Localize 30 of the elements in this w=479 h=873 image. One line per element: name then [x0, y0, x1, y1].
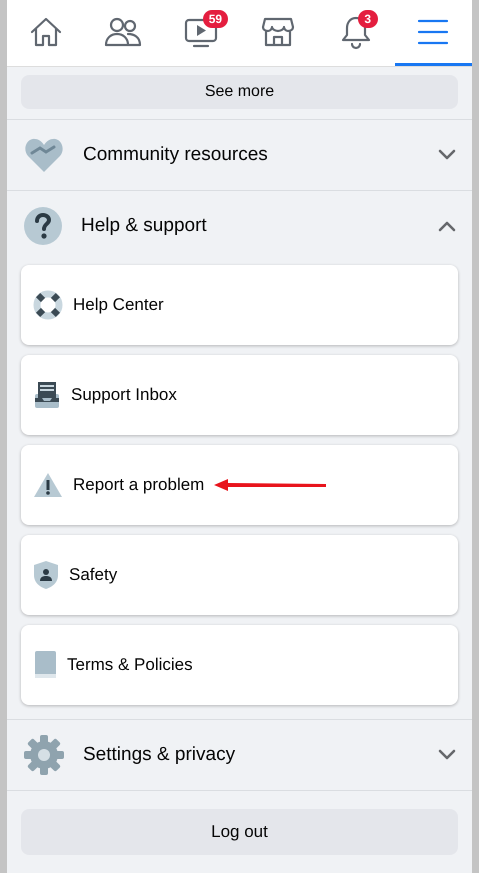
see-more-button[interactable]: See more: [21, 75, 458, 109]
book-icon: [33, 650, 57, 680]
question-icon: [23, 206, 63, 246]
warning-icon: [33, 471, 63, 499]
nav-tab[interactable]: 3: [317, 0, 394, 66]
menu-card[interactable]: Terms & Policies: [21, 625, 458, 705]
logout-button[interactable]: Log out: [21, 809, 458, 855]
menu-card[interactable]: Help Center: [21, 265, 458, 345]
section-header[interactable]: Settings & privacy: [7, 720, 472, 790]
section-title: Help & support: [81, 215, 208, 237]
menu-label: Support Inbox: [71, 385, 177, 405]
menu-card[interactable]: Support Inbox: [21, 355, 458, 435]
section-header[interactable]: Help & support: [7, 191, 472, 261]
gear-icon: [23, 734, 65, 776]
menu-label: Report a problem: [73, 475, 204, 495]
section-header[interactable]: Community resources: [7, 120, 472, 190]
nav-tab[interactable]: 59: [162, 0, 240, 66]
section-title: Community resources: [83, 144, 269, 166]
menu-label: Terms & Policies: [67, 655, 193, 675]
lifebuoy-icon: [33, 290, 63, 320]
menu-card[interactable]: Safety: [21, 535, 458, 615]
menu-card[interactable]: Report a problem: [21, 445, 458, 525]
menu-label: Help Center: [73, 295, 164, 315]
menu-label: Safety: [69, 565, 118, 585]
notification-count: 3: [358, 10, 378, 28]
shield-person-icon: [33, 560, 59, 590]
notification-count: 59: [202, 10, 228, 28]
heart-hands-icon: [23, 136, 65, 174]
section-title: Settings & privacy: [83, 744, 236, 766]
inbox-tray-icon: [33, 380, 61, 410]
